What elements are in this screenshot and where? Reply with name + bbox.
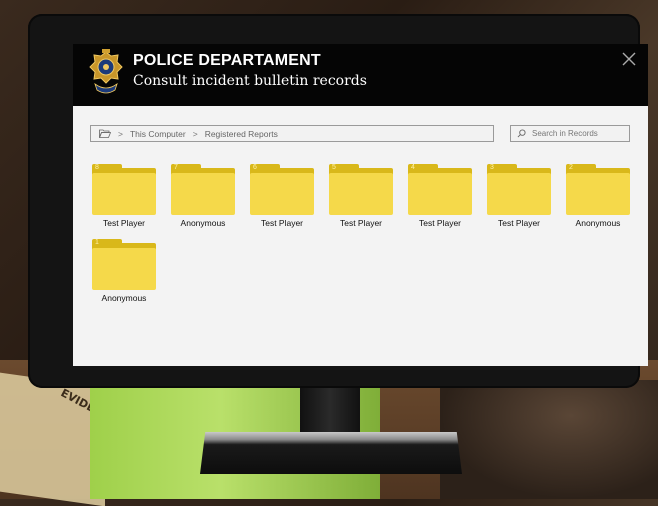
folder-label: Anonymous	[575, 218, 621, 228]
folder-label: Anonymous	[180, 218, 226, 228]
folder-8[interactable]: 8 Test Player	[90, 164, 160, 234]
folder-5[interactable]: 5 Test Player	[327, 164, 397, 234]
folder-number: 8	[95, 164, 99, 171]
search-input[interactable]: Search in Records	[532, 129, 598, 138]
breadcrumb-separator: >	[192, 128, 198, 139]
close-icon[interactable]	[620, 50, 638, 68]
monitor-bezel: POLICE DEPARTAMENT Consult incident bull…	[28, 14, 648, 388]
folder-3[interactable]: 3 Test Player	[485, 164, 555, 234]
folder-label: Test Player	[260, 218, 304, 228]
app-window: POLICE DEPARTAMENT Consult incident bull…	[73, 44, 648, 366]
folder-4[interactable]: 4 Test Player	[406, 164, 476, 234]
search-box[interactable]: Search in Records	[510, 125, 630, 142]
folder-front	[171, 173, 235, 215]
folder-number: 3	[490, 164, 494, 171]
breadcrumb-item-registered-reports[interactable]: Registered Reports	[205, 129, 278, 139]
folder-front	[566, 173, 630, 215]
chair-background	[440, 380, 658, 499]
folder-1[interactable]: 1 Anonymous	[90, 239, 160, 309]
folder-number: 6	[253, 164, 257, 171]
folder-label: Test Player	[418, 218, 462, 228]
folder-number: 1	[95, 239, 99, 246]
app-title: POLICE DEPARTAMENT	[133, 52, 321, 69]
title-bar: POLICE DEPARTAMENT Consult incident bull…	[73, 44, 648, 106]
folder-label: Test Player	[102, 218, 146, 228]
folder-label: Anonymous	[101, 293, 147, 303]
folder-front	[408, 173, 472, 215]
monitor-stand-base	[200, 432, 462, 474]
folder-front	[487, 173, 551, 215]
breadcrumb-item-this-computer[interactable]: This Computer	[130, 129, 186, 139]
search-icon	[517, 129, 526, 138]
folder-front	[250, 173, 314, 215]
folder-front	[92, 248, 156, 290]
folder-2[interactable]: 2 Anonymous	[564, 164, 634, 234]
folder-6[interactable]: 6 Test Player	[248, 164, 318, 234]
folder-label: Test Player	[339, 218, 383, 228]
folder-front	[329, 173, 393, 215]
police-badge-icon	[89, 49, 123, 94]
folder-7[interactable]: 7 Anonymous	[169, 164, 239, 234]
folder-label: Test Player	[497, 218, 541, 228]
folder-number: 4	[411, 164, 415, 171]
app-subtitle: Consult incident bulletin records	[133, 73, 367, 89]
breadcrumb-separator: >	[118, 128, 123, 139]
folder-number: 2	[569, 164, 573, 171]
folder-number: 5	[332, 164, 336, 171]
folder-front	[92, 173, 156, 215]
folder-number: 7	[174, 164, 178, 171]
folder-open-icon	[99, 129, 111, 138]
breadcrumb: > This Computer > Registered Reports	[90, 125, 494, 142]
